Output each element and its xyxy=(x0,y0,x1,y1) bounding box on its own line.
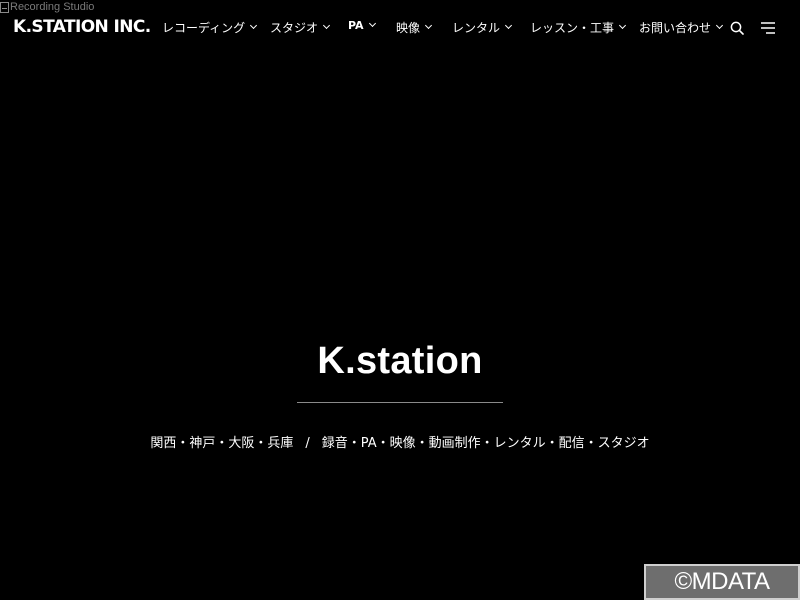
nav-item-recording[interactable]: レコーディング xyxy=(162,19,258,36)
watermark: ©MDATA xyxy=(644,564,800,600)
nav-item-label: レンタル xyxy=(452,21,501,35)
nav-item-video[interactable]: 映像 xyxy=(396,19,433,36)
nav-item-pa[interactable]: PA xyxy=(348,19,376,32)
chevron-down-icon xyxy=(504,21,513,30)
nav-item-label: レッスン・工事 xyxy=(530,21,615,35)
chevron-down-icon xyxy=(424,21,433,30)
main-nav: レコーディング スタジオ PA 映像 レンタル レッスン・工事 お問い合わせ xyxy=(0,0,800,56)
hero-subtitle-services: 録音・PA・映像・動画制作・レンタル・配信・スタジオ xyxy=(321,436,650,451)
menu-icon[interactable] xyxy=(760,21,776,35)
chevron-down-icon xyxy=(250,21,258,30)
page: Recording Studio K.STATION INC. レコーディング … xyxy=(0,0,800,600)
chevron-down-icon xyxy=(322,21,331,30)
site-header: K.STATION INC. レコーディング スタジオ PA 映像 レンタル レ… xyxy=(0,0,800,56)
chevron-down-icon xyxy=(368,19,376,28)
chevron-down-icon xyxy=(715,21,724,30)
hero-subtitle: 関西・神戸・大阪・兵庫 / 録音・PA・映像・動画制作・レンタル・配信・スタジオ xyxy=(0,432,800,451)
hero-divider xyxy=(297,402,503,403)
nav-item-studio[interactable]: スタジオ xyxy=(270,19,331,36)
nav-item-label: 映像 xyxy=(396,21,421,35)
nav-item-rental[interactable]: レンタル xyxy=(452,19,513,36)
nav-item-label: お問い合わせ xyxy=(639,21,712,35)
nav-item-lesson-construction[interactable]: レッスン・工事 xyxy=(530,19,627,36)
nav-item-contact[interactable]: お問い合わせ xyxy=(639,19,724,36)
hero-subtitle-separator: / xyxy=(305,436,310,451)
nav-item-label: スタジオ xyxy=(270,21,319,35)
nav-item-label: PA xyxy=(348,19,364,32)
search-icon[interactable] xyxy=(730,21,744,35)
chevron-down-icon xyxy=(618,21,627,30)
hero-subtitle-area: 関西・神戸・大阪・兵庫 xyxy=(150,436,294,451)
nav-item-label: レコーディング xyxy=(162,21,246,35)
hero-title: K.station xyxy=(317,340,483,382)
